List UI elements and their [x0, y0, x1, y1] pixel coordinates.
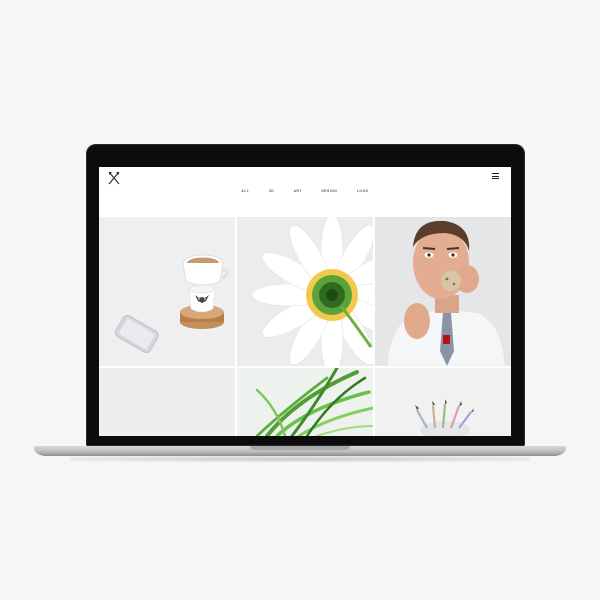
logo-icon[interactable] — [108, 171, 120, 185]
filter-design[interactable]: DESIGN — [322, 189, 338, 193]
filter-logo[interactable]: LOGO — [357, 189, 369, 193]
laptop-screen: ALL 3D ART DESIGN LOGO — [99, 167, 511, 436]
laptop-shadow — [70, 456, 530, 462]
coffee-cup-image — [99, 217, 235, 366]
blank-image — [99, 368, 235, 436]
pencils-image — [375, 368, 511, 436]
portfolio-gallery — [99, 217, 511, 436]
gallery-tile-portrait[interactable] — [375, 217, 511, 366]
gallery-tile-coffee[interactable] — [99, 217, 235, 366]
hamburger-menu-icon[interactable] — [492, 173, 499, 179]
grass-image — [237, 368, 373, 436]
daisy-image — [237, 217, 373, 366]
filter-3d[interactable]: 3D — [269, 189, 274, 193]
filter-art[interactable]: ART — [294, 189, 302, 193]
site-header: ALL 3D ART DESIGN LOGO — [99, 167, 511, 217]
filter-all[interactable]: ALL — [241, 189, 249, 193]
laptop-notch — [250, 446, 350, 450]
portfolio-filters: ALL 3D ART DESIGN LOGO — [99, 189, 511, 193]
gallery-tile-blank[interactable] — [99, 368, 235, 436]
gallery-tile-pencils[interactable] — [375, 368, 511, 436]
man-eating-cookie-image — [375, 217, 511, 366]
gallery-tile-grass[interactable] — [237, 368, 373, 436]
gallery-tile-daisy[interactable] — [237, 217, 373, 366]
